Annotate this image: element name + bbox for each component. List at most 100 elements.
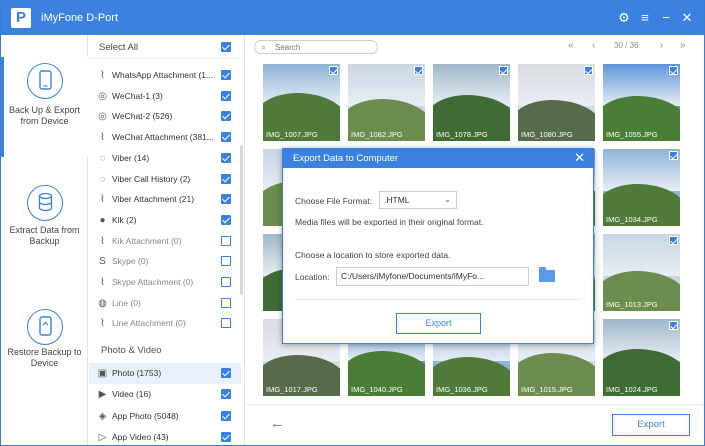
category-item[interactable]: ● Kik (2): [89, 210, 241, 231]
category-checkbox[interactable]: [221, 389, 231, 400]
location-prompt: Choose a location to store exported data…: [295, 250, 451, 260]
paperclip-icon: ⌇: [100, 277, 105, 288]
app-video-icon: ▷: [98, 431, 107, 443]
title-bar: P iMyFone D-Port ⚙ ≡ − ✕: [1, 1, 704, 35]
media-category-item[interactable]: ◈ App Photo (5048): [89, 406, 241, 427]
category-label: WhatsApp Attachment (1...: [112, 70, 214, 80]
category-checkbox[interactable]: [221, 368, 231, 378]
minimize-icon[interactable]: −: [658, 10, 674, 26]
photo-thumbnail[interactable]: IMG_1034.JPG: [603, 149, 680, 226]
category-item[interactable]: ◍ Line (0): [89, 293, 241, 314]
photo-thumbnail[interactable]: IMG_1080.JPG: [518, 64, 595, 141]
photo-checkbox[interactable]: [329, 66, 338, 75]
category-item[interactable]: ⌇ WhatsApp Attachment (1...: [89, 65, 241, 86]
export-button[interactable]: Export: [612, 414, 690, 436]
photo-icon: ▣: [97, 368, 108, 379]
category-checkbox[interactable]: [221, 214, 231, 225]
wechat-icon: ◎: [98, 90, 107, 102]
dialog-export-button[interactable]: Export: [396, 313, 481, 334]
category-item[interactable]: ⌇ Kik Attachment (0): [89, 231, 241, 252]
category-checkbox[interactable]: [221, 256, 231, 267]
dialog-close-icon[interactable]: ✕: [574, 150, 585, 166]
photo-checkbox[interactable]: [499, 66, 508, 75]
category-item[interactable]: ◎ WeChat-1 (3): [89, 86, 241, 107]
photo-checkbox[interactable]: [584, 66, 593, 75]
category-checkbox[interactable]: [221, 70, 231, 80]
category-item[interactable]: ◎ WeChat-2 (526): [89, 106, 241, 127]
category-label: Viber Call History (2): [112, 173, 191, 184]
category-checkbox[interactable]: [221, 235, 231, 246]
photo-checkbox[interactable]: [669, 151, 678, 160]
category-checkbox[interactable]: [221, 132, 231, 143]
location-label: Location:: [295, 272, 330, 282]
photo-checkbox[interactable]: [669, 236, 678, 245]
photo-caption: IMG_1080.JPG: [521, 130, 573, 139]
gear-icon[interactable]: ⚙: [616, 10, 632, 26]
category-checkbox[interactable]: [221, 90, 231, 101]
category-checkbox[interactable]: [221, 431, 231, 442]
photo-caption: IMG_1040.JPG: [351, 385, 403, 394]
category-checkbox[interactable]: [221, 194, 231, 205]
photo-checkbox[interactable]: [414, 66, 423, 75]
category-item[interactable]: ◌ Viber (14): [89, 148, 241, 169]
search-input[interactable]: [275, 42, 371, 53]
category-checkbox[interactable]: [221, 152, 231, 163]
next-page-icon[interactable]: ›: [660, 40, 663, 52]
menu-icon[interactable]: ≡: [637, 10, 653, 26]
format-select[interactable]: .HTML ⌄: [379, 191, 457, 209]
paperclip-icon: ⌇: [100, 318, 105, 330]
category-label: Skype (0): [112, 256, 149, 267]
category-checkbox[interactable]: [221, 297, 231, 308]
dialog-divider: [295, 299, 581, 300]
category-checkbox[interactable]: [221, 173, 231, 184]
database-icon: [27, 185, 63, 221]
media-category-item[interactable]: ▶ Video (16): [89, 384, 241, 405]
category-checkbox[interactable]: [221, 277, 231, 287]
paperclip-icon: ⌇: [100, 194, 105, 206]
photo-thumbnail[interactable]: IMG_1013.JPG: [603, 234, 680, 311]
category-item[interactable]: ⌇ WeChat Attachment (381...: [89, 127, 241, 148]
category-item[interactable]: ⌇ Viber Attachment (21): [89, 189, 241, 210]
photo-checkbox[interactable]: [669, 66, 678, 75]
last-page-icon[interactable]: »: [680, 40, 686, 52]
photo-thumbnail[interactable]: IMG_1055.JPG: [603, 64, 680, 141]
category-checkbox[interactable]: [221, 410, 231, 421]
line-icon: ◍: [98, 297, 107, 309]
photo-checkbox[interactable]: [669, 321, 678, 330]
chevron-down-icon: ⌄: [444, 195, 451, 204]
media-category-item[interactable]: ▷ App Video (43): [89, 427, 241, 445]
folder-icon[interactable]: [539, 267, 555, 282]
photo-thumbnail[interactable]: IMG_1024.JPG: [603, 319, 680, 396]
section-photo-video: Photo & Video: [101, 345, 162, 356]
category-item[interactable]: S Skype (0): [89, 251, 241, 272]
category-label: Line Attachment (0): [112, 318, 186, 329]
category-checkbox[interactable]: [221, 111, 231, 122]
photo-thumbnail[interactable]: IMG_1007.JPG: [263, 64, 340, 141]
nav-backup-export[interactable]: Back Up & Export from Device: [1, 57, 88, 157]
prev-page-icon[interactable]: ‹: [592, 40, 595, 52]
first-page-icon[interactable]: «: [568, 40, 574, 52]
select-all-row[interactable]: Select All: [89, 35, 244, 59]
category-panel: Select All ⌇ WhatsApp Attachment (1... ◎ We…: [89, 35, 245, 445]
select-all-checkbox[interactable]: [221, 42, 231, 52]
category-checkbox[interactable]: [221, 318, 231, 329]
close-icon[interactable]: ✕: [679, 10, 695, 26]
search-box[interactable]: ⌕: [254, 40, 378, 54]
location-field[interactable]: C:/Users/iMyfone/Documents/iMyFo...: [336, 267, 529, 286]
media-category-item[interactable]: ▣ Photo (1753): [89, 363, 241, 384]
category-item[interactable]: ◌ Viber Call History (2): [89, 169, 241, 190]
photo-caption: IMG_1017.JPG: [266, 385, 318, 394]
photo-thumbnail[interactable]: IMG_1082.JPG: [348, 64, 425, 141]
format-label: Choose File Format:: [295, 196, 372, 206]
photo-thumbnail[interactable]: IMG_1078.JPG: [433, 64, 510, 141]
nav-extract-backup[interactable]: Extract Data from Backup: [1, 183, 88, 283]
category-item[interactable]: ⌇ Line Attachment (0): [89, 313, 241, 334]
nav-restore-backup[interactable]: Restore Backup to Device: [1, 307, 88, 407]
category-scrollbar[interactable]: [240, 145, 243, 295]
category-label: Line (0): [112, 297, 141, 308]
select-all-label: Select All: [99, 42, 139, 53]
photo-caption: IMG_1024.JPG: [606, 385, 658, 394]
back-arrow-icon[interactable]: ←: [270, 415, 285, 432]
category-item[interactable]: ⌇ Skype Attachment (0): [89, 272, 241, 293]
category-label: Viber Attachment (21): [112, 194, 195, 205]
